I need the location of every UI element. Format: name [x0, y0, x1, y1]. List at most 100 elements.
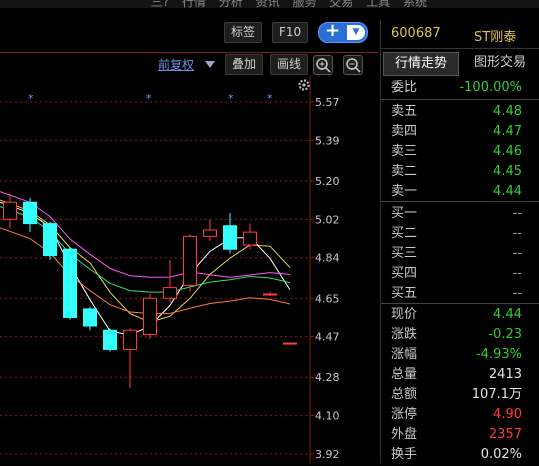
candle-body [263, 293, 277, 296]
stat-row: 涨停 4.90 [381, 405, 539, 425]
stat-row: 涨跌 -0.23 [381, 325, 539, 345]
add-button[interactable]: + ▼ [318, 20, 368, 43]
sell-value: 4.48 [493, 104, 522, 119]
sell-row: 卖五 4.48 [381, 102, 539, 122]
candle-body [203, 229, 217, 237]
candle-body [83, 308, 97, 327]
candle-body [123, 329, 137, 350]
divider [381, 303, 539, 304]
panel-tabs: 行情走势 图形交易 [381, 52, 539, 76]
menu-item[interactable]: 服务 [292, 0, 316, 8]
buy-label: 买四 [391, 266, 418, 281]
plus-icon: + [325, 20, 341, 41]
sell-label: 卖五 [391, 104, 418, 119]
stat-label: 外盘 [391, 427, 418, 442]
zoom-out-icon[interactable] [343, 55, 363, 75]
buy-value: -- [512, 206, 522, 221]
gear-icon[interactable] [298, 79, 310, 91]
tab-market-trend[interactable]: 行情走势 [383, 52, 459, 76]
event-marker[interactable]: * [146, 92, 152, 105]
stat-label: 总额 [391, 387, 418, 402]
buy-label: 买二 [391, 226, 418, 241]
y-tick-label: 5.39 [315, 134, 340, 147]
y-tick-label: 4.10 [315, 410, 340, 423]
candle-body [243, 231, 257, 246]
sell-value: 4.46 [493, 144, 522, 159]
stock-code[interactable]: 600687 [391, 26, 441, 41]
sell-value: 4.44 [493, 184, 522, 199]
weibi-label: 委比 [391, 80, 418, 95]
stat-row: 换手 0.02% [381, 445, 539, 465]
stock-header: 600687 ST刚泰 [381, 20, 539, 49]
candle-body [183, 235, 197, 286]
stat-value: 4.90 [493, 407, 522, 422]
sell-row: 卖二 4.45 [381, 162, 539, 182]
menu-item[interactable]: 三? [151, 0, 169, 8]
zoom-in-icon[interactable] [313, 55, 333, 75]
tab-chart-trade[interactable]: 图形交易 [461, 52, 539, 74]
menu-item[interactable]: 交易 [329, 0, 353, 8]
stat-value: 0.02% [480, 447, 522, 462]
menu-item[interactable]: 资讯 [256, 0, 280, 8]
stat-row: 现价 4.44 [381, 305, 539, 325]
stat-value: 4.44 [493, 307, 522, 322]
y-tick-label: 4.28 [315, 371, 340, 384]
sell-label: 卖二 [391, 164, 418, 179]
buy-label: 买五 [391, 286, 418, 301]
top-menu: 三? 行情 分析 资讯 服务 交易 工具 系统 [142, 0, 427, 8]
stat-row: 外盘 2357 [381, 425, 539, 445]
y-tick-label: 4.65 [315, 292, 340, 305]
candle-body [143, 297, 157, 336]
event-marker[interactable]: * [228, 92, 234, 105]
menu-item[interactable]: 工具 [366, 0, 390, 8]
candle-body [283, 342, 297, 345]
sell-row: 卖一 4.44 [381, 182, 539, 202]
stat-value: 107.1万 [471, 387, 522, 402]
weibi-row: 委比 -100.00% [381, 78, 539, 98]
event-marker[interactable]: * [28, 92, 34, 105]
candle-body [3, 201, 17, 220]
stat-value: 2413 [488, 367, 522, 382]
stat-row: 总量 2413 [381, 365, 539, 385]
buy-row: 买五 -- [381, 284, 539, 304]
event-marker[interactable]: * [267, 92, 273, 105]
buy-value: -- [512, 266, 522, 281]
sell-row: 卖四 4.47 [381, 122, 539, 142]
buy-value: -- [512, 286, 522, 301]
candlestick-chart[interactable]: 5.57 5.39 5.20 5.02 4.84 4.65 4.47 4.28 4.10 3.92… [0, 76, 378, 463]
chart-canvas[interactable]: 5.57 5.39 5.20 5.02 4.84 4.65 4.47 4.28 4.10 3.92… [0, 76, 378, 463]
menu-item[interactable]: 行情 [182, 0, 206, 8]
candle-body [103, 329, 117, 350]
menu-item[interactable]: 系统 [403, 0, 427, 8]
candle-body [23, 201, 37, 225]
stat-label: 涨跌 [391, 327, 418, 342]
buy-row: 买一 -- [381, 204, 539, 224]
y-tick-label: 5.57 [315, 96, 340, 109]
y-tick-label: 5.20 [315, 175, 340, 188]
overlay-button[interactable]: 叠加 [225, 54, 264, 75]
menu-item[interactable]: 分析 [219, 0, 243, 8]
sell-label: 卖一 [391, 184, 418, 199]
y-tick-label: 5.02 [315, 213, 340, 226]
buy-value: -- [512, 226, 522, 241]
buy-label: 买三 [391, 246, 418, 261]
stock-name[interactable]: ST刚泰 [474, 26, 516, 45]
candle-body [43, 223, 57, 257]
sell-value: 4.47 [493, 124, 522, 139]
top-menu-bar: 三? 行情 分析 资讯 服务 交易 工具 系统 [0, 0, 539, 8]
f10-button[interactable]: F10 [272, 22, 309, 43]
draw-line-button[interactable]: 画线 [270, 54, 309, 75]
y-tick-label: 3.92 [315, 448, 340, 461]
sell-label: 卖三 [391, 144, 418, 159]
buy-row: 买二 -- [381, 224, 539, 244]
label-button[interactable]: 标签 [224, 22, 263, 43]
caret-down-icon[interactable] [205, 61, 215, 68]
stat-label: 涨幅 [391, 347, 418, 362]
candle-body [163, 287, 177, 299]
buy-row: 买三 -- [381, 244, 539, 264]
stat-value: -4.93% [476, 347, 522, 362]
buy-row: 买四 -- [381, 264, 539, 284]
chevron-down-icon[interactable]: ▼ [347, 25, 365, 40]
sell-row: 卖三 4.46 [381, 142, 539, 162]
adjust-mode-select[interactable]: 前复权 [158, 56, 194, 73]
